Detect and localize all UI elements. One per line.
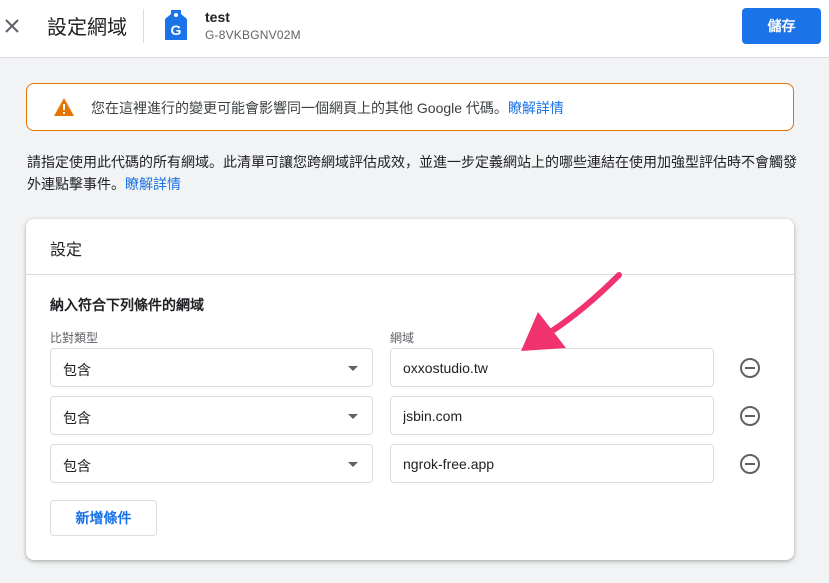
annotation-arrow [521, 272, 622, 351]
top-bar: 設定網域 G test G-8VKBGNV02M 儲存 [0, 0, 829, 58]
match-type-label: 比對類型 [50, 331, 99, 345]
description-learn-more-link[interactable]: 瞭解詳情 [125, 176, 181, 192]
match-type-value: 包含 [63, 410, 91, 426]
close-icon[interactable] [2, 12, 22, 40]
stream-id: G-8VKBGNV02M [205, 28, 301, 42]
warning-icon [54, 98, 74, 116]
tag-letter: G [171, 22, 182, 38]
chevron-down-icon [348, 366, 358, 371]
header-divider [143, 9, 144, 43]
settings-card: 設定 納入符合下列條件的網域 比對類型 網域 包含 包含 包含 新增條件 [26, 219, 794, 560]
match-type-value: 包含 [63, 362, 91, 378]
description: 請指定使用此代碼的所有網域。此清單可讓您跨網域評估成效，並進一步定義網站上的哪些… [27, 151, 807, 195]
section-title: 納入符合下列條件的網域 [50, 297, 204, 313]
save-button[interactable]: 儲存 [742, 8, 821, 44]
match-type-value: 包含 [63, 458, 91, 474]
remove-circle-icon[interactable] [738, 452, 762, 476]
chevron-down-icon [348, 462, 358, 467]
domain-input[interactable] [390, 396, 714, 435]
warning-message: 您在這裡進行的變更可能會影響同一個網頁上的其他 Google 代碼。 [91, 100, 508, 116]
page-title: 設定網域 [47, 17, 127, 39]
warning-banner: 您在這裡進行的變更可能會影響同一個網頁上的其他 Google 代碼。瞭解詳情 [26, 83, 794, 131]
domain-input[interactable] [390, 444, 714, 483]
match-type-select[interactable]: 包含 [50, 396, 373, 435]
warning-learn-more-link[interactable]: 瞭解詳情 [508, 100, 564, 116]
remove-circle-icon[interactable] [738, 404, 762, 428]
add-condition-button[interactable]: 新增條件 [50, 500, 157, 536]
match-type-select[interactable]: 包含 [50, 348, 373, 387]
remove-circle-icon[interactable] [738, 356, 762, 380]
card-title: 設定 [50, 242, 83, 259]
warning-text: 您在這裡進行的變更可能會影響同一個網頁上的其他 Google 代碼。瞭解詳情 [91, 98, 564, 118]
chevron-down-icon [348, 414, 358, 419]
google-tag-icon: G [165, 10, 187, 40]
stream-name: test [205, 9, 230, 25]
match-type-select[interactable]: 包含 [50, 444, 373, 483]
card-divider [26, 274, 794, 275]
domain-label: 網域 [390, 331, 415, 345]
